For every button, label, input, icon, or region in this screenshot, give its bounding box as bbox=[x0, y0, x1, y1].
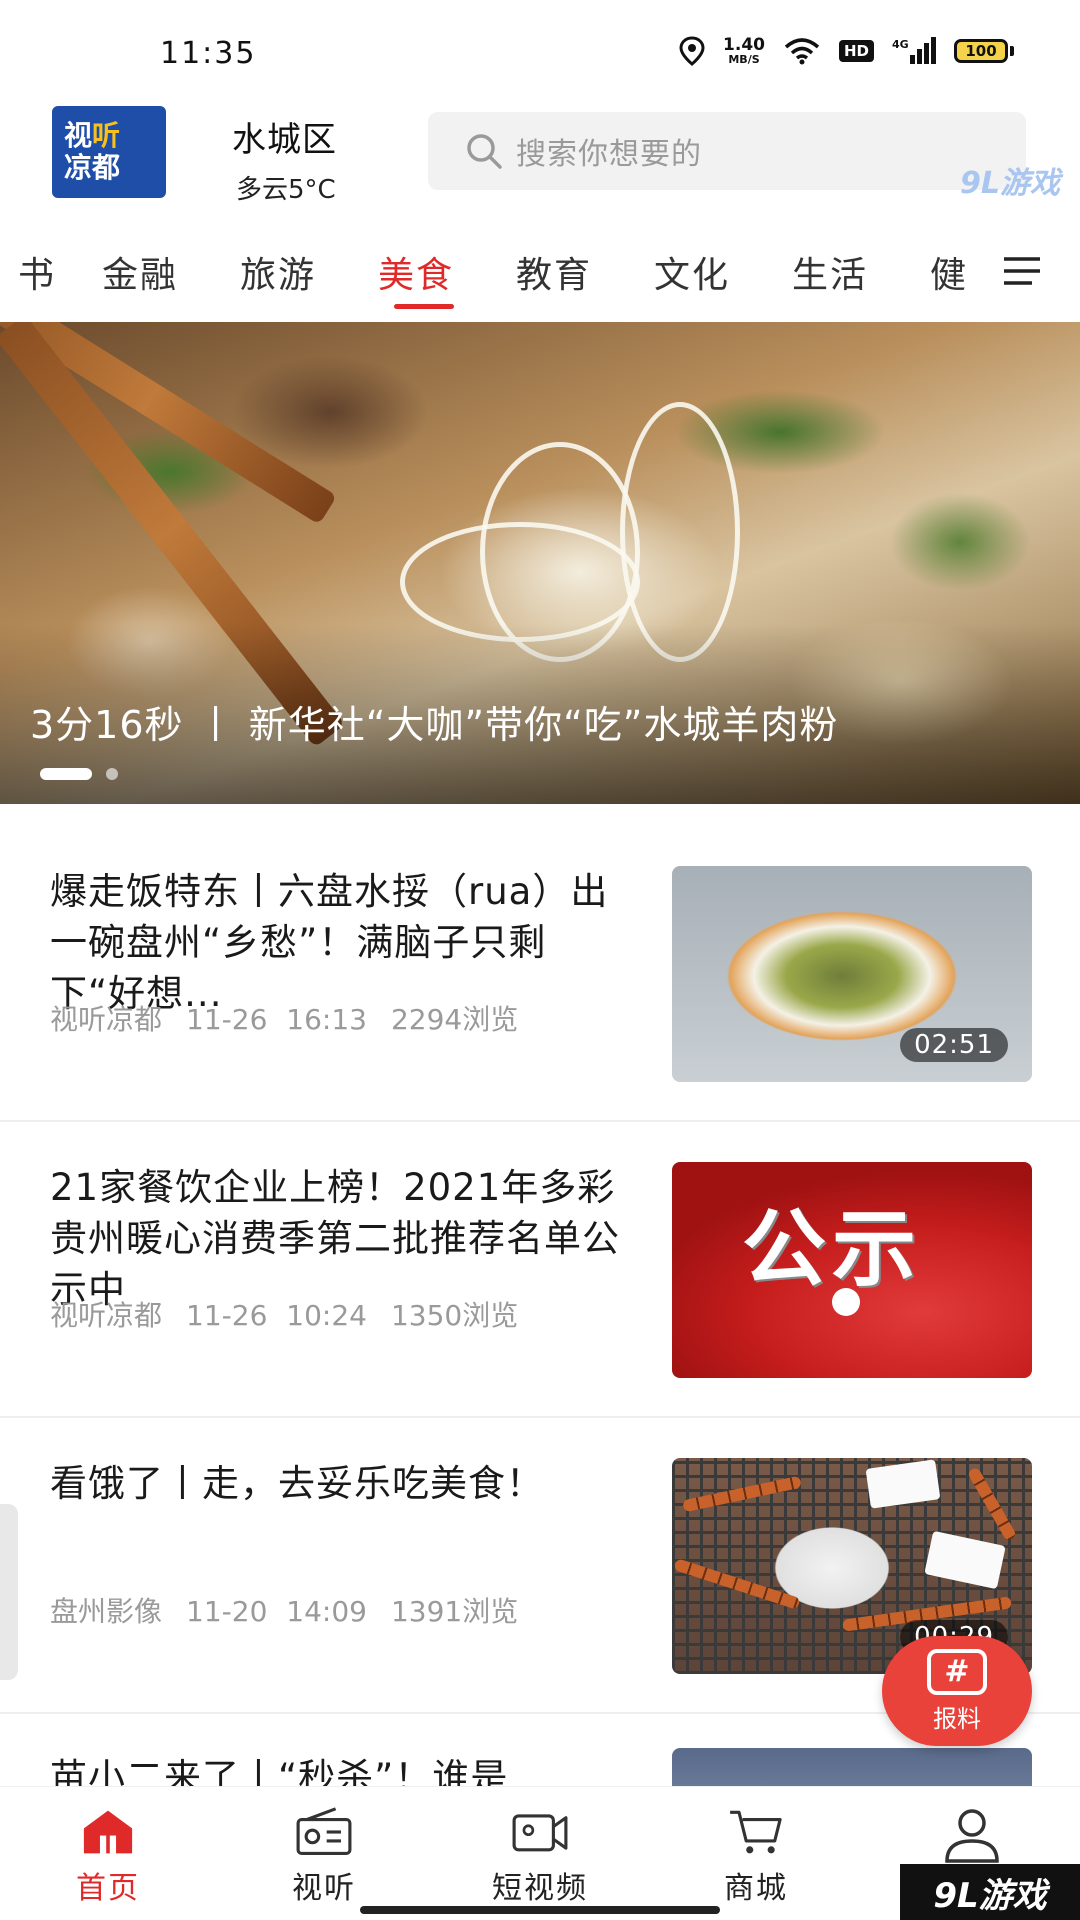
nav-short-video[interactable]: 短视频 bbox=[432, 1787, 648, 1907]
corner-watermark: 9L游戏 bbox=[900, 1864, 1080, 1920]
home-icon bbox=[83, 1810, 133, 1854]
cart-icon bbox=[730, 1810, 782, 1854]
news-title: 爆走饭特东丨六盘水挼（rua）出一碗盘州“乡愁”！满脑子只剩下“好想... bbox=[50, 870, 609, 1015]
net-speed: 1.40 MB/S bbox=[723, 34, 765, 66]
news-title: 看饿了丨走，去妥乐吃美食！ bbox=[50, 1462, 544, 1505]
logo-line-2: 凉都 bbox=[64, 151, 121, 184]
logo-char-accent: 听 bbox=[92, 119, 121, 152]
banner-image-noodle bbox=[620, 402, 740, 662]
news-time: 11-20 14:09 bbox=[186, 1595, 367, 1628]
svg-text:4G: 4G bbox=[892, 38, 909, 51]
banner-carousel[interactable]: 3分16秒 丨 新华社“大咖”带你“吃”水城羊肉粉 bbox=[0, 322, 1080, 804]
hd-badge: HD bbox=[838, 40, 874, 62]
thumbnail-text: 公示 bbox=[742, 1200, 923, 1298]
thumbnail-skewer bbox=[966, 1466, 1018, 1542]
header: 视听 凉都 水城区 多云5°C 搜索你想要的 9L游戏 bbox=[0, 100, 1080, 210]
watermark-logo: 9L游戏 bbox=[960, 166, 1060, 201]
search-input[interactable]: 搜索你想要的 bbox=[428, 112, 1026, 190]
report-button[interactable]: # 报料 bbox=[882, 1636, 1032, 1746]
user-icon bbox=[945, 1809, 999, 1863]
category-tabs: 书 金融 旅游 美食 教育 文化 生活 健 bbox=[0, 232, 1080, 312]
nav-home[interactable]: 首页 bbox=[0, 1787, 216, 1907]
search-icon bbox=[467, 134, 502, 169]
thumbnail-tofu bbox=[865, 1459, 941, 1509]
news-meta: 盘州影像 11-20 14:09 1391浏览 bbox=[50, 1590, 542, 1630]
news-title: 21家餐饮企业上榜！2021年多彩贵州暖心消费季第二批推荐名单公示中 bbox=[50, 1166, 620, 1311]
search-placeholder: 搜索你想要的 bbox=[516, 137, 702, 172]
tab-culture[interactable]: 文化 bbox=[654, 246, 730, 298]
location-name: 水城区 bbox=[232, 120, 337, 160]
news-meta: 视听凉都 11-26 16:13 2294浏览 bbox=[50, 998, 542, 1038]
battery-icon: 100 bbox=[954, 39, 1014, 63]
news-source: 盘州影像 bbox=[50, 1595, 163, 1628]
battery-level: 100 bbox=[954, 39, 1008, 63]
carousel-dot-active bbox=[40, 768, 92, 780]
location-weather[interactable]: 水城区 多云5°C bbox=[232, 112, 337, 206]
nav-media[interactable]: 视听 bbox=[216, 1787, 432, 1907]
nav-media-label: 视听 bbox=[292, 1871, 356, 1906]
news-source: 视听凉都 bbox=[50, 1003, 163, 1036]
carousel-dot bbox=[106, 768, 118, 780]
active-tab-indicator bbox=[394, 304, 454, 309]
tab-education[interactable]: 教育 bbox=[516, 246, 592, 298]
logo-char: 视 bbox=[64, 119, 93, 152]
net-speed-value: 1.40 bbox=[723, 34, 765, 55]
radio-icon bbox=[296, 1807, 352, 1855]
news-source: 视听凉都 bbox=[50, 1299, 163, 1332]
news-time: 11-26 10:24 bbox=[186, 1299, 367, 1332]
signal-icon: 4G bbox=[892, 37, 936, 64]
home-indicator[interactable] bbox=[360, 1906, 720, 1914]
news-views: 2294浏览 bbox=[390, 1003, 519, 1036]
station-logo bbox=[832, 1288, 860, 1316]
nav-short-video-label: 短视频 bbox=[492, 1871, 588, 1906]
video-camera-icon bbox=[512, 1814, 568, 1852]
news-item[interactable]: 21家餐饮企业上榜！2021年多彩贵州暖心消费季第二批推荐名单公示中 视听凉都 1… bbox=[0, 1122, 1080, 1418]
news-item[interactable]: 爆走饭特东丨六盘水挼（rua）出一碗盘州“乡愁”！满脑子只剩下“好想... 视听… bbox=[0, 826, 1080, 1122]
banner-caption: 3分16秒 丨 新华社“大咖”带你“吃”水城羊肉粉 bbox=[30, 703, 839, 747]
tab-finance[interactable]: 金融 bbox=[102, 246, 178, 298]
menu-icon[interactable] bbox=[1002, 256, 1042, 286]
thumbnail-tofu bbox=[924, 1530, 1006, 1590]
wifi-icon bbox=[784, 38, 820, 65]
thumbnail-skewer bbox=[682, 1475, 802, 1513]
tab-life[interactable]: 生活 bbox=[792, 246, 868, 298]
status-bar: 11:35 1.40 MB/S HD 4G 100 bbox=[0, 0, 1080, 100]
net-speed-unit: MB/S bbox=[728, 52, 760, 66]
news-meta: 视听凉都 11-26 10:24 1350浏览 bbox=[50, 1294, 542, 1334]
tab-book[interactable]: 书 bbox=[18, 246, 56, 298]
nav-home-label: 首页 bbox=[76, 1871, 140, 1906]
carousel-indicator bbox=[40, 768, 118, 780]
nav-mall[interactable]: 商城 bbox=[648, 1787, 864, 1907]
tab-travel[interactable]: 旅游 bbox=[240, 246, 316, 298]
tab-health[interactable]: 健 bbox=[930, 246, 968, 298]
tab-food[interactable]: 美食 bbox=[378, 246, 454, 298]
side-handle[interactable] bbox=[0, 1504, 18, 1680]
thumbnail-skewer bbox=[673, 1558, 801, 1610]
weather-text: 多云5°C bbox=[236, 175, 336, 205]
status-icons: 1.40 MB/S HD 4G 100 bbox=[679, 36, 1014, 66]
news-time: 11-26 16:13 bbox=[186, 1003, 367, 1036]
news-views: 1350浏览 bbox=[390, 1299, 519, 1332]
video-duration: 02:51 bbox=[900, 1028, 1008, 1062]
news-views: 1391浏览 bbox=[390, 1595, 519, 1628]
app-logo[interactable]: 视听 凉都 bbox=[52, 106, 166, 198]
report-label: 报料 bbox=[933, 1704, 981, 1733]
nav-mall-label: 商城 bbox=[724, 1871, 788, 1906]
news-thumbnail: 公示 bbox=[672, 1162, 1032, 1378]
location-icon bbox=[679, 36, 705, 66]
hashtag-icon: # bbox=[927, 1648, 987, 1695]
news-thumbnail: 02:51 bbox=[672, 866, 1032, 1082]
status-time: 11:35 bbox=[160, 36, 257, 71]
